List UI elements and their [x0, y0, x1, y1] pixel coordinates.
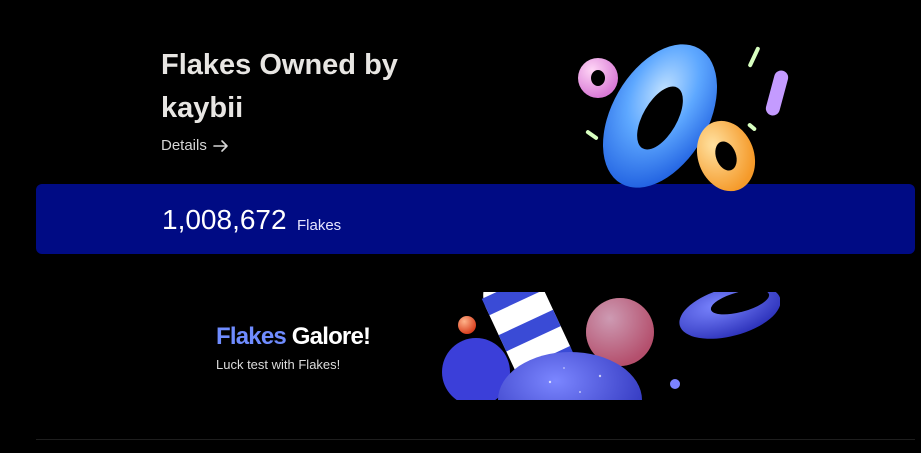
promo-title: Flakes Galore! — [216, 322, 371, 352]
page-title: Flakes Owned by kaybii — [161, 49, 398, 124]
promo-illustration — [442, 292, 780, 400]
arrow-right-icon — [213, 139, 229, 153]
flakes-count: 1,008,672 — [162, 204, 287, 235]
divider — [36, 439, 915, 440]
details-label: Details — [161, 137, 207, 154]
flakes-unit-label: Flakes — [297, 217, 342, 234]
flakes-galore-banner[interactable]: Flakes Galore! Luck test with Flakes! — [0, 292, 921, 402]
promo-subtitle: Luck test with Flakes! — [216, 357, 341, 372]
promo-title-accent: Flakes — [216, 323, 287, 350]
donuts-illustration — [578, 44, 789, 192]
promo-title-rest: Galore! — [285, 323, 371, 350]
details-link[interactable]: Details — [161, 135, 229, 157]
